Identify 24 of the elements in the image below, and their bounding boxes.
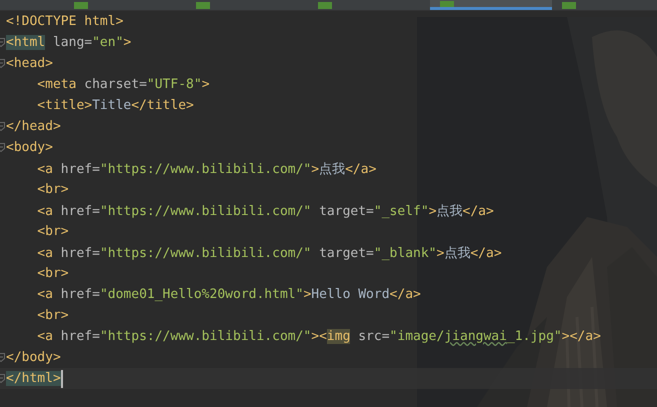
code-line: <a href="dome01_Hello%20word.html">Hello Word</a>: [36, 287, 421, 302]
code-line: <a href="https://www.bilibili.com/" target="_self">点我</a>: [36, 202, 494, 220]
html-file-icon: [196, 2, 210, 9]
html-file-icon: [74, 2, 88, 9]
code-line: <br>: [36, 182, 69, 197]
code-line: <br>: [36, 308, 69, 323]
text-caret: [60, 370, 63, 388]
code-line: <head>: [6, 56, 53, 71]
editor-tab[interactable]: [430, 0, 552, 10]
code-line: <br>: [36, 266, 69, 281]
code-line: </body>: [6, 350, 61, 365]
code-line: <a href="https://www.bilibili.com/"><img src="image/jiangwai_1.jpg"></a>: [36, 329, 601, 344]
code-line: <title>Title</title>: [36, 98, 194, 113]
html-file-icon: [440, 1, 454, 7]
code-line: </head>: [6, 119, 61, 134]
code-line: <a href="https://www.bilibili.com/" target="_blank">点我</a>: [36, 244, 502, 262]
code-line: <!DOCTYPE html>: [6, 14, 124, 29]
html-file-icon: [562, 2, 576, 9]
code-line: <body>: [6, 140, 53, 155]
code-line: <br>: [36, 224, 69, 239]
code-line: <meta charset="UTF-8">: [36, 77, 210, 92]
code-line: <html lang="en">: [6, 35, 132, 50]
code-line: <a href="https://www.bilibili.com/">点我</a>: [36, 160, 376, 178]
html-file-icon: [318, 2, 332, 9]
